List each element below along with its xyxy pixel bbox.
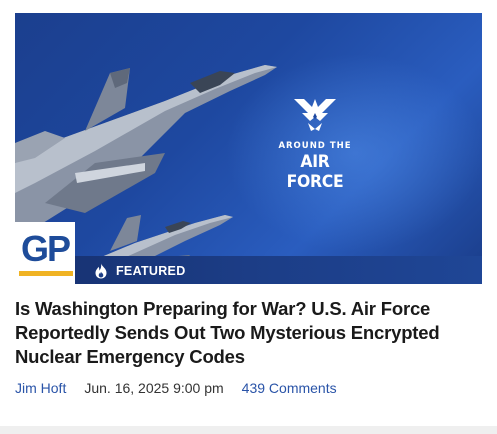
comments-link[interactable]: 439 Comments bbox=[242, 379, 337, 397]
overlay-heading-small: AROUND THE bbox=[278, 141, 352, 151]
author-link[interactable]: Jim Hoft bbox=[15, 379, 66, 397]
fighter-jets-illustration bbox=[15, 65, 277, 284]
article-card: AROUND THE AIR FORCE GP FEATURED Is Wash… bbox=[0, 0, 497, 434]
card-divider bbox=[0, 426, 497, 434]
publish-date: Jun. 16, 2025 9:00 pm bbox=[84, 380, 224, 396]
featured-image[interactable]: AROUND THE AIR FORCE GP FEATURED bbox=[15, 13, 482, 284]
site-logo-accent-bar bbox=[19, 271, 73, 276]
featured-badge-label: FEATURED bbox=[116, 264, 186, 278]
overlay-heading-large: AIR FORCE bbox=[286, 152, 344, 192]
featured-badge[interactable]: FEATURED bbox=[94, 262, 186, 280]
air-force-wing-icon bbox=[294, 99, 336, 131]
site-logo-text: GP bbox=[20, 228, 71, 269]
image-caption-bar bbox=[15, 256, 482, 284]
article-meta: Jim Hoft Jun. 16, 2025 9:00 pm 439 Comme… bbox=[15, 379, 337, 397]
article-title[interactable]: Is Washington Preparing for War? U.S. Ai… bbox=[15, 297, 483, 369]
flame-icon bbox=[95, 263, 107, 279]
air-force-logo: AROUND THE AIR FORCE bbox=[273, 95, 357, 192]
jet-upper bbox=[15, 65, 277, 238]
site-logo[interactable]: GP bbox=[15, 222, 75, 284]
